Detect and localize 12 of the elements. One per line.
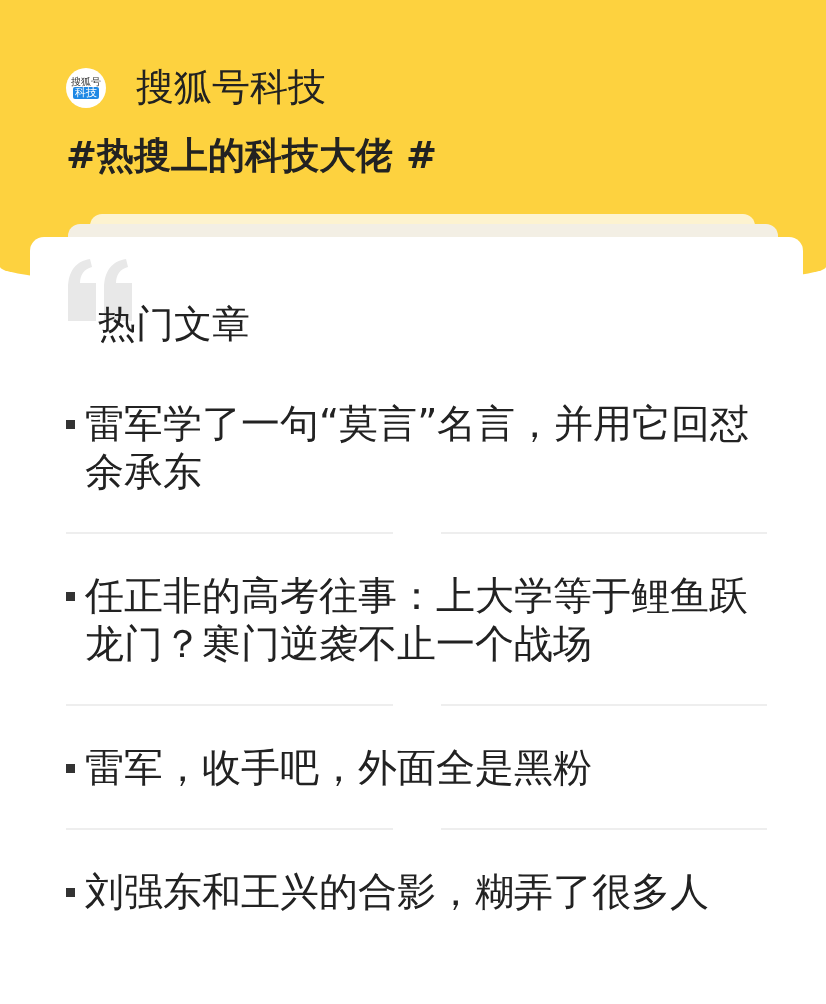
article-link[interactable]: 雷军，收手吧，外面全是黑粉 <box>85 744 767 792</box>
bullet-icon <box>66 420 75 429</box>
account-name: 搜狐号科技 <box>136 64 326 111</box>
topic-title: #热搜上的科技大佬 # <box>66 133 438 179</box>
logo-icon: 搜狐号 科技 <box>66 67 106 108</box>
bullet-icon <box>66 764 75 773</box>
bullet-icon <box>66 592 75 601</box>
article-link[interactable]: 刘强东和王兴的合影，糊弄了很多人 <box>85 868 767 916</box>
article-link[interactable]: 任正非的高考往事：上大学等于鲤鱼跃龙门？寒门逆袭不止一个战场 <box>85 572 767 668</box>
article-link[interactable]: 雷军学了一句“莫言”名言，并用它回怼余承东 <box>85 400 767 496</box>
section-title: 热门文章 <box>98 301 250 348</box>
bullet-icon <box>66 888 75 897</box>
